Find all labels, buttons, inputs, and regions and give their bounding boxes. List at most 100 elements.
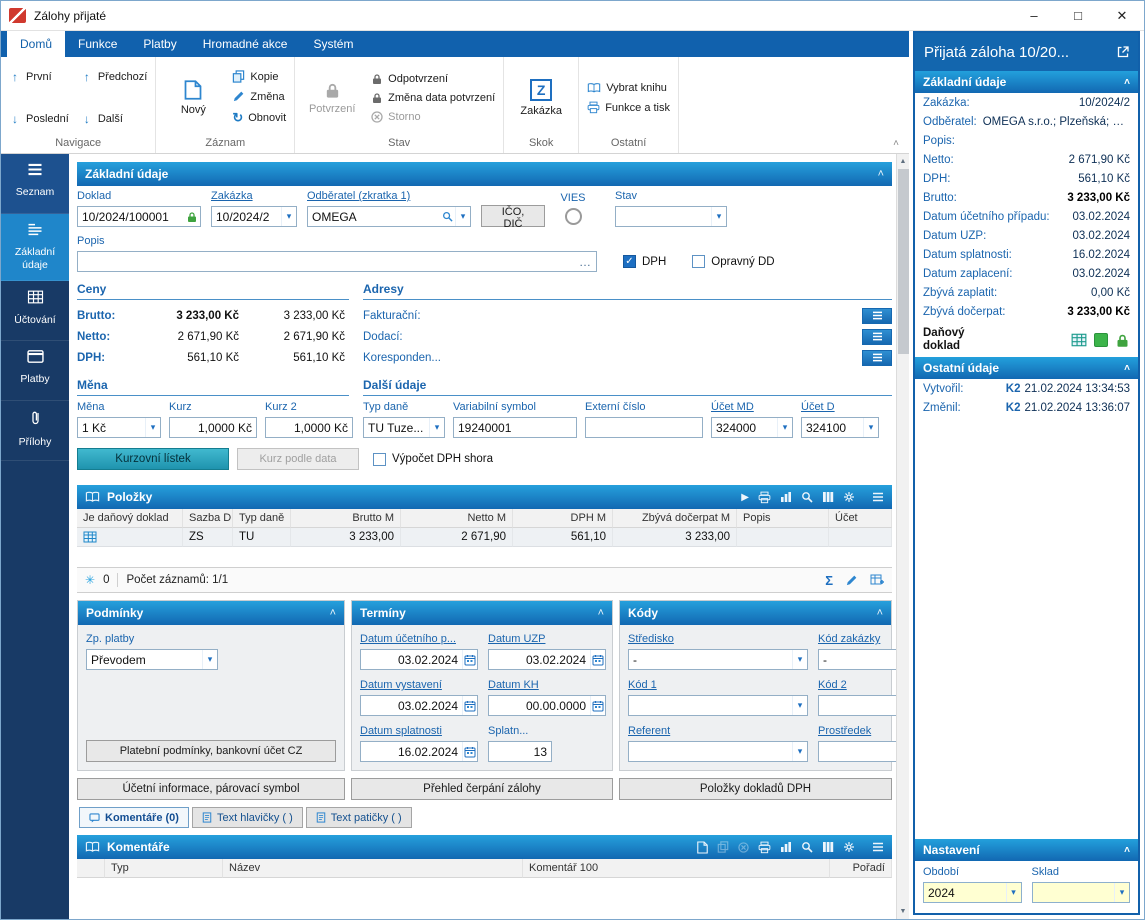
collapse-icon[interactable]: ˄ (330, 607, 336, 619)
collapse-icon[interactable]: ˄ (1124, 363, 1130, 374)
lookup-icon[interactable] (439, 211, 455, 222)
zakazka-input[interactable] (212, 209, 281, 224)
edit-pencil-icon[interactable] (845, 574, 858, 587)
col-header[interactable]: Netto M (401, 509, 513, 528)
run-icon[interactable]: ▶ (741, 492, 749, 503)
externi-cislo-input[interactable] (586, 420, 702, 435)
dropdown-icon[interactable]: ▾ (792, 696, 807, 715)
menu-icon[interactable] (872, 492, 884, 502)
select-book-button[interactable]: Vybrat knihu (587, 82, 670, 94)
kod1-input[interactable] (629, 698, 792, 713)
sidebar-item-platby[interactable]: Platby (1, 341, 69, 402)
polozky-row[interactable]: ZS TU 3 233,00 2 671,90 561,10 3 233,00 (77, 528, 892, 547)
sklad-input[interactable] (1032, 885, 1114, 900)
col-header[interactable]: Sazba D (183, 509, 233, 528)
dropdown-icon[interactable]: ▾ (792, 742, 807, 761)
popis-input[interactable] (78, 254, 574, 269)
next-record-button[interactable]: ↓ Další (81, 112, 148, 126)
dropdown-icon[interactable]: ▾ (792, 650, 807, 669)
dropdown-icon[interactable]: ▾ (281, 207, 296, 226)
print-icon[interactable] (758, 841, 771, 854)
search-icon[interactable] (801, 491, 813, 503)
tax-doc-grid-icon[interactable] (1071, 333, 1087, 347)
dph-checkbox[interactable]: ✓ (623, 255, 636, 268)
sidebar-item-seznam[interactable]: Seznam (1, 154, 69, 214)
dropdown-icon[interactable]: ▾ (202, 650, 217, 669)
sidebar-item-prilohy[interactable]: Přílohy (1, 401, 69, 462)
unconfirm-button[interactable]: Odpotvrzení (371, 73, 495, 85)
kod-zakazky-input[interactable] (819, 652, 896, 667)
chart-icon[interactable] (780, 841, 792, 853)
polozky-dokladu-dph-button[interactable]: Položky dokladů DPH (619, 778, 892, 800)
tab-funkce[interactable]: Funkce (65, 31, 130, 57)
tab-hromadne-akce[interactable]: Hromadné akce (190, 31, 301, 57)
korespondencni-address-button[interactable] (862, 349, 892, 366)
copy-icon[interactable] (717, 841, 729, 853)
scroll-down-button[interactable]: ▼ (897, 904, 909, 919)
tab-platby[interactable]: Platby (130, 31, 189, 57)
odberatel-input[interactable] (308, 209, 439, 224)
datum-kh-input[interactable] (489, 698, 590, 713)
ucet-md-input[interactable] (712, 420, 777, 435)
sidebar-item-zakladni-udaje[interactable]: Základní údaje (1, 214, 69, 282)
scroll-up-button[interactable]: ▲ (897, 154, 909, 169)
sum-icon[interactable]: Σ (825, 573, 833, 588)
copy-button[interactable]: Kopie (232, 70, 286, 83)
dropdown-icon[interactable]: ▾ (777, 418, 792, 437)
ribbon-collapse-button[interactable]: ˄ (893, 138, 899, 149)
first-record-button[interactable]: ↑ První (9, 70, 69, 84)
last-record-button[interactable]: ↓ Poslední (9, 112, 69, 126)
tab-system[interactable]: Systém (300, 31, 366, 57)
datum-splatnosti-input[interactable] (361, 744, 462, 759)
previous-record-button[interactable]: ↑ Předchozí (81, 70, 148, 84)
refresh-button[interactable]: ↻ Obnovit (232, 110, 286, 126)
datum-uzp-input[interactable] (489, 652, 590, 667)
ucet-d-input[interactable] (802, 420, 863, 435)
change-confirm-date-button[interactable]: Změna data potvrzení (371, 92, 495, 104)
col-header[interactable]: Je daňový doklad (77, 509, 183, 528)
delete-icon[interactable] (738, 841, 749, 853)
open-in-window-icon[interactable] (1117, 46, 1129, 58)
settings-gear-icon[interactable] (843, 491, 855, 503)
kurz-podle-data-button[interactable]: Kurz podle data (237, 448, 359, 470)
functions-print-button[interactable]: Funkce a tisk (587, 101, 670, 114)
dodaci-address-button[interactable] (862, 328, 892, 345)
print-icon[interactable] (758, 491, 771, 504)
vypocet-dph-checkbox[interactable] (373, 452, 386, 466)
dropdown-icon[interactable]: ▾ (1114, 883, 1129, 902)
dropdown-icon[interactable]: ▾ (455, 207, 470, 226)
tab-text-hlavicky[interactable]: Text hlavičky ( ) (191, 807, 303, 828)
collapse-icon[interactable]: ˄ (877, 607, 883, 619)
dropdown-icon[interactable]: ▾ (863, 418, 878, 437)
dropdown-icon[interactable]: ▾ (429, 418, 444, 437)
mena-input[interactable] (78, 420, 145, 435)
splatnost-input[interactable] (489, 744, 551, 759)
tab-komentare[interactable]: Komentáře (0) (79, 807, 189, 828)
kod2-input[interactable] (819, 698, 896, 713)
prehled-cerpani-button[interactable]: Přehled čerpání zálohy (351, 778, 613, 800)
col-header[interactable]: DPH M (513, 509, 613, 528)
col-header[interactable]: Název (223, 859, 523, 878)
new-button[interactable]: Nový (164, 61, 222, 135)
datum-ucetniho-input[interactable] (361, 652, 462, 667)
collapse-icon[interactable]: ˄ (1124, 77, 1130, 88)
close-button[interactable]: ✕ (1100, 1, 1144, 30)
fakturacni-address-button[interactable] (862, 307, 892, 324)
datum-vystaveni-input[interactable] (361, 698, 462, 713)
dropdown-icon[interactable]: ▾ (1005, 883, 1021, 902)
doklad-input[interactable] (78, 209, 184, 224)
sidebar-item-uctovani[interactable]: Účtování (1, 281, 69, 342)
minimize-button[interactable]: – (1012, 1, 1056, 30)
scrollbar-thumb[interactable] (897, 169, 909, 354)
columns-icon[interactable] (822, 491, 834, 503)
confirm-button[interactable]: Potvrzení (303, 61, 361, 135)
col-header[interactable]: Zbývá dočerpat M (613, 509, 737, 528)
kurz2-input[interactable] (266, 420, 352, 435)
opravny-dd-checkbox[interactable] (692, 255, 706, 268)
col-header[interactable]: Popis (737, 509, 829, 528)
platebni-podminky-button[interactable]: Platební podmínky, bankovní účet CZ (86, 740, 336, 762)
menu-icon[interactable] (872, 842, 884, 852)
calendar-icon[interactable] (462, 696, 477, 715)
maximize-button[interactable]: □ (1056, 1, 1100, 30)
tab-text-paticky[interactable]: Text patičky ( ) (305, 807, 412, 828)
